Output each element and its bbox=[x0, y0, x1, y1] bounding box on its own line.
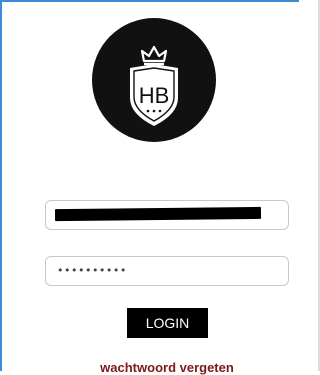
redacted-username bbox=[54, 206, 262, 222]
forgot-password-link[interactable]: wachtwoord vergeten bbox=[2, 360, 320, 375]
hb-crest-logo: HB bbox=[92, 18, 216, 142]
login-panel: HB •••••••••• LOGIN wachtwoord vergeten bbox=[0, 0, 299, 375]
login-button[interactable]: LOGIN bbox=[127, 308, 208, 338]
logo-monogram: HB bbox=[139, 83, 170, 108]
password-masked-value: •••••••••• bbox=[57, 264, 127, 277]
